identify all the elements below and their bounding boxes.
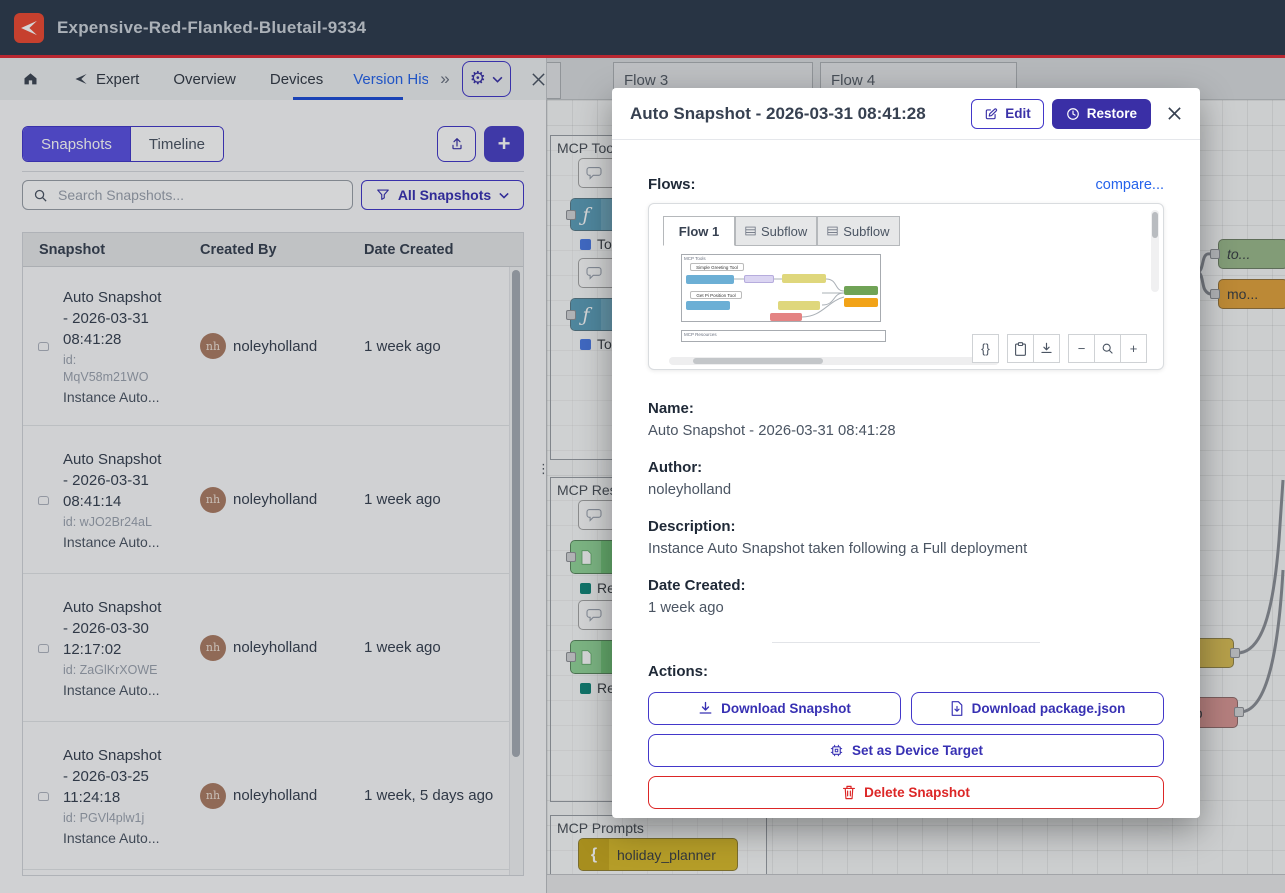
scrollbar-thumb[interactable] [693, 358, 823, 364]
mini-node-blue [686, 275, 734, 284]
divider [772, 642, 1040, 643]
field-date-created: Date Created: 1 week ago [648, 577, 1164, 616]
preview-tab-flow1[interactable]: Flow 1 [663, 216, 735, 246]
field-name: Name: Auto Snapshot - 2026-03-31 08:41:2… [648, 400, 1164, 439]
edit-button[interactable]: Edit [971, 99, 1044, 129]
zoom-out-button[interactable]: − [1068, 334, 1095, 363]
download-snapshot-button[interactable]: Download Snapshot [648, 692, 901, 725]
preview-hscrollbar[interactable] [669, 357, 999, 365]
mini-group-resources: MCP Resources [681, 330, 886, 342]
mini-comment-node: Get Pi Position Tool [690, 291, 742, 299]
download-icon [1040, 342, 1053, 355]
mini-node-green [844, 286, 878, 295]
clipboard-icon [1014, 342, 1027, 356]
trash-icon [842, 785, 856, 800]
actions-label: Actions: [648, 663, 1164, 680]
set-device-target-button[interactable]: Set as Device Target [648, 734, 1164, 767]
mini-node-orange [844, 298, 878, 307]
mini-group-tools: MCP Tools Simple Greeting Tool Get Pi Po… [681, 254, 881, 322]
preview-tab-subflow2[interactable]: Subflow [817, 216, 899, 246]
download-package-json-button[interactable]: Download package.json [911, 692, 1164, 725]
zoom-in-button[interactable]: + [1120, 334, 1147, 363]
restore-button[interactable]: Restore [1052, 99, 1151, 129]
file-download-icon [950, 701, 964, 716]
app-window: Expensive-Red-Flanked-Bluetail-9334 Expe… [0, 0, 1285, 893]
zoom-reset-button[interactable] [1094, 334, 1121, 363]
compare-link[interactable]: compare... [1096, 177, 1165, 193]
delete-snapshot-button[interactable]: Delete Snapshot [648, 776, 1164, 809]
flows-label: Flows: [648, 176, 1096, 193]
scrollbar-thumb[interactable] [1152, 212, 1158, 238]
subflow-icon [745, 226, 756, 236]
download-icon [698, 701, 713, 716]
mini-node-yellow [782, 274, 826, 283]
subflow-icon [827, 226, 838, 236]
mini-node-blue [686, 301, 730, 310]
mini-node-red [770, 313, 802, 321]
field-description: Description: Instance Auto Snapshot take… [648, 518, 1164, 557]
close-modal-icon[interactable] [1167, 106, 1182, 121]
field-author: Author: noleyholland [648, 459, 1164, 498]
preview-tab-subflow1[interactable]: Subflow [735, 216, 817, 246]
snapshot-detail-modal: Auto Snapshot - 2026-03-31 08:41:28 Edit… [612, 88, 1200, 818]
view-json-button[interactable]: {} [972, 334, 999, 363]
pencil-square-icon [984, 107, 998, 121]
mini-comment-node: Simple Greeting Tool [690, 263, 744, 271]
modal-title: Auto Snapshot - 2026-03-31 08:41:28 [630, 104, 971, 124]
chip-icon [829, 743, 844, 758]
preview-vscrollbar[interactable] [1151, 210, 1159, 292]
copy-button[interactable] [1007, 334, 1034, 363]
magnifier-icon [1101, 342, 1114, 355]
flow-preview-card: Flow 1 Subflow Subflow MCP Tools [648, 203, 1164, 370]
clock-icon [1066, 107, 1080, 121]
download-preview-button[interactable] [1033, 334, 1060, 363]
mini-node-lavender [744, 275, 774, 283]
mini-node-yellow [778, 301, 820, 310]
